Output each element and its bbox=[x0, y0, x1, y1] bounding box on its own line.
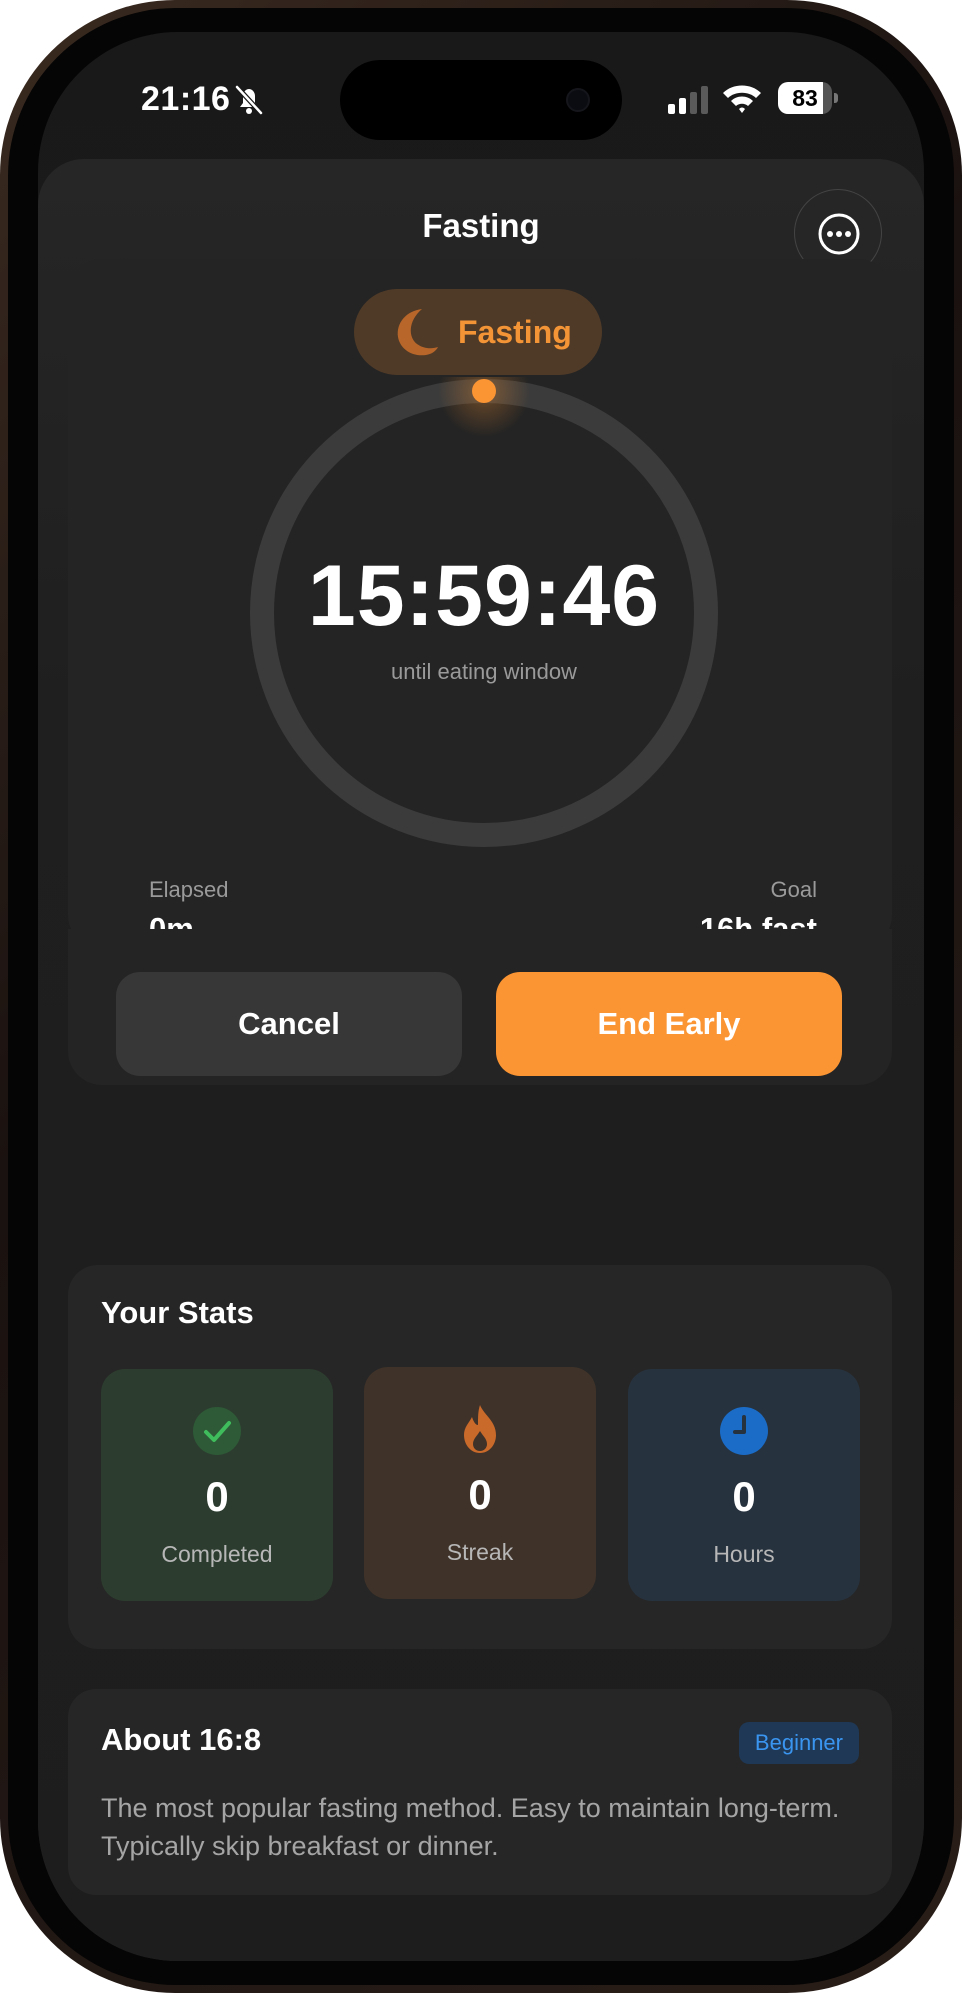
stats-card: Your Stats 0 Completed 0 Streak 0 Hours bbox=[68, 1265, 892, 1649]
fasting-sheet: Fasting Fasting 15:59:46 until eating wi… bbox=[38, 159, 924, 1961]
stat-label: Hours bbox=[713, 1541, 775, 1567]
moon-icon bbox=[397, 309, 438, 356]
timer-card: Fasting 15:59:46 until eating window Ela… bbox=[68, 259, 892, 949]
battery-indicator: 83 bbox=[778, 82, 838, 114]
stat-streak: 0 Streak bbox=[364, 1367, 596, 1599]
phase-pill: Fasting bbox=[354, 289, 602, 375]
end-early-button[interactable]: End Early bbox=[496, 972, 842, 1076]
stat-label: Completed bbox=[161, 1541, 273, 1567]
about-description: The most popular fasting method. Easy to… bbox=[101, 1793, 840, 1861]
stat-label: Streak bbox=[446, 1539, 514, 1565]
screen: 21:16 83 Fasting Fasting 15:59:46 until … bbox=[38, 32, 924, 1961]
cancel-button[interactable]: Cancel bbox=[116, 972, 462, 1076]
sheet-title: Fasting bbox=[422, 207, 540, 244]
countdown-timer: 15:59:46 bbox=[307, 548, 661, 644]
status-time: 21:16 bbox=[141, 80, 231, 118]
bell-slash-icon bbox=[235, 85, 263, 115]
goal-label: Goal bbox=[770, 877, 817, 902]
difficulty-badge: Beginner bbox=[738, 1722, 859, 1764]
countdown-caption: until eating window bbox=[391, 659, 577, 684]
stat-value: 0 bbox=[732, 1473, 756, 1520]
phase-label: Fasting bbox=[458, 314, 572, 350]
battery-level: 83 bbox=[792, 85, 818, 111]
elapsed-label: Elapsed bbox=[149, 877, 229, 902]
stat-completed: 0 Completed bbox=[101, 1369, 333, 1601]
flame-icon bbox=[464, 1405, 496, 1453]
about-title: About 16:8 bbox=[101, 1722, 262, 1757]
ellipsis-circle-icon bbox=[818, 213, 860, 255]
progress-dot bbox=[472, 379, 496, 403]
stat-value: 0 bbox=[468, 1471, 492, 1518]
signal-bars-icon bbox=[668, 86, 708, 114]
stat-value: 0 bbox=[205, 1473, 229, 1520]
clock-icon bbox=[720, 1407, 768, 1455]
battery-nub bbox=[834, 93, 838, 103]
stats-title: Your Stats bbox=[101, 1295, 254, 1330]
progress-ring: 15:59:46 until eating window bbox=[248, 377, 720, 849]
about-card: About 16:8 Beginner The most popular fas… bbox=[68, 1689, 892, 1895]
checkmark-circle-icon bbox=[193, 1407, 241, 1455]
stat-hours: 0 Hours bbox=[628, 1369, 860, 1601]
front-camera bbox=[566, 88, 590, 112]
dynamic-island bbox=[340, 60, 622, 140]
wifi-icon bbox=[723, 85, 761, 113]
